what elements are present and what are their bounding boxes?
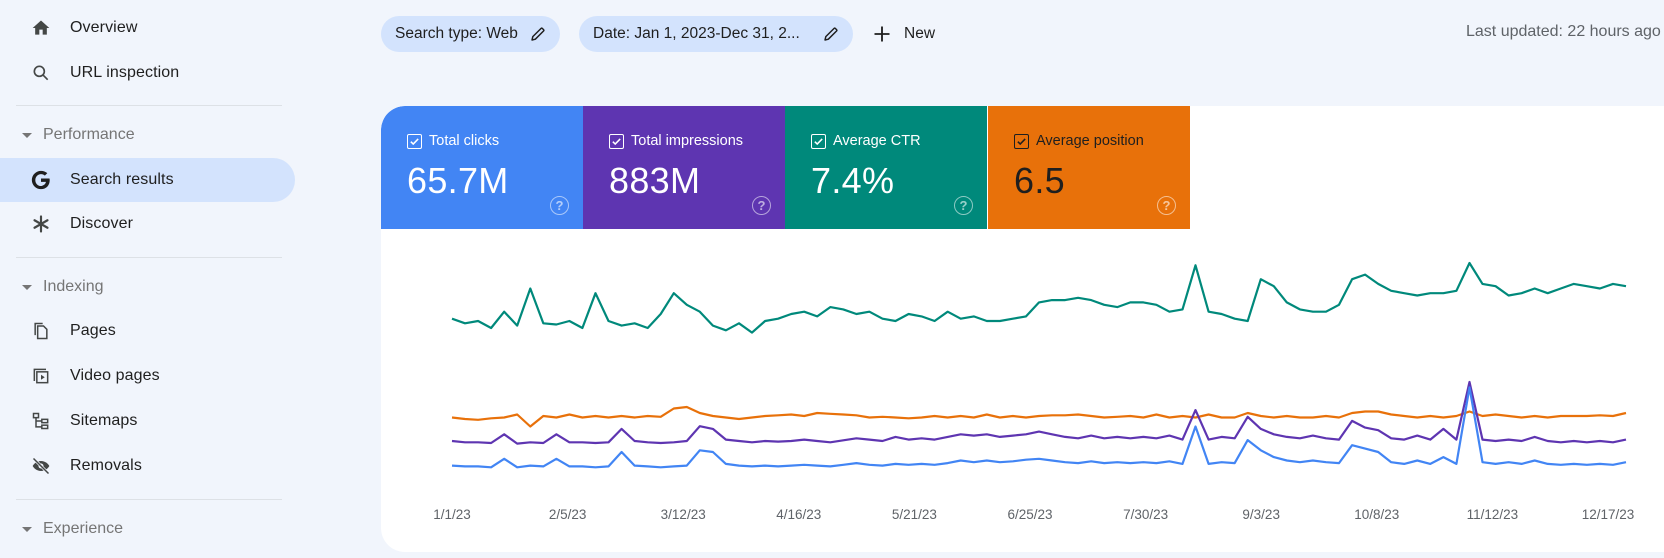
google-g-icon (30, 169, 52, 191)
last-updated-text: Last updated: 22 hours ago (1466, 23, 1661, 40)
eye-off-icon (30, 455, 52, 477)
checkbox-checked-icon[interactable] (407, 133, 422, 149)
sidebar-divider (16, 257, 282, 258)
help-icon[interactable]: ? (954, 196, 973, 215)
performance-chart[interactable]: 1/1/23 2/5/23 3/12/23 4/16/23 5/21/23 6/25/23… (381, 229, 1664, 552)
section-performance-toggle[interactable]: Performance (0, 120, 280, 150)
sidebar-item-label: Search results (70, 171, 174, 188)
sidebar-item-url-inspection[interactable]: URL inspection (0, 51, 295, 95)
date-filter-label: Date: Jan 1, 2023-Dec 31, 2... (593, 25, 800, 42)
sidebar-item-label: URL inspection (70, 64, 180, 81)
metric-average-ctr[interactable]: Average CTR 7.4% ? (785, 106, 987, 229)
caret-down-icon (22, 526, 32, 532)
series-line-average-position (451, 405, 1627, 428)
metric-average-position[interactable]: Average position 6.5 ? (988, 106, 1190, 229)
section-label: Indexing (43, 278, 104, 295)
series-line-average-ctr (451, 261, 1627, 334)
x-tick-label: 3/12/23 (660, 507, 706, 522)
metric-label: Average position (1036, 133, 1144, 149)
help-icon[interactable]: ? (550, 196, 569, 215)
sidebar-item-label: Sitemaps (70, 412, 138, 429)
sidebar-item-pages[interactable]: Pages (0, 309, 295, 353)
checkbox-checked-icon[interactable] (1014, 133, 1029, 149)
new-filter-button[interactable]: New (872, 18, 935, 50)
metric-total-clicks[interactable]: Total clicks 65.7M ? (381, 106, 583, 229)
new-filter-label: New (904, 25, 936, 42)
metric-label: Total impressions (631, 133, 744, 149)
sidebar-item-video-pages[interactable]: Video pages (0, 354, 295, 398)
caret-down-icon (22, 284, 32, 290)
performance-card: Total clicks 65.7M ? Total impressions 8… (381, 106, 1664, 552)
x-tick-label: 10/8/23 (1354, 507, 1400, 522)
search-type-filter-label: Search type: Web (395, 25, 518, 42)
sidebar-item-sitemaps[interactable]: Sitemaps (0, 399, 295, 443)
pages-icon (30, 320, 52, 342)
x-tick-label: 5/21/23 (891, 507, 937, 522)
section-indexing-toggle[interactable]: Indexing (0, 272, 280, 302)
pencil-icon (530, 26, 546, 42)
chart-plot-area (451, 261, 1627, 469)
sidebar-item-label: Removals (70, 457, 142, 474)
metric-label: Average CTR (833, 133, 921, 149)
search-icon (30, 62, 52, 84)
sidebar-item-label: Overview (70, 19, 138, 36)
series-line-total-clicks (451, 386, 1627, 469)
date-filter-chip[interactable]: Date: Jan 1, 2023-Dec 31, 2... (579, 16, 853, 52)
x-tick-label: 6/25/23 (1007, 507, 1053, 522)
sidebar-item-overview[interactable]: Overview (0, 6, 295, 50)
metric-value: 65.7M (407, 160, 509, 201)
home-icon (30, 17, 52, 39)
sidebar-item-label: Pages (70, 322, 116, 339)
sidebar-item-label: Video pages (70, 367, 160, 384)
help-icon[interactable]: ? (752, 196, 771, 215)
x-tick-label: 2/5/23 (548, 507, 587, 522)
sidebar-divider (16, 499, 282, 500)
search-type-filter-chip[interactable]: Search type: Web (381, 16, 560, 52)
sidebar-item-search-results[interactable]: Search results (0, 158, 295, 202)
sitemap-icon (30, 410, 52, 432)
metric-value: 6.5 (1014, 160, 1065, 201)
x-tick-label: 12/17/23 (1581, 507, 1635, 522)
sidebar-item-label: Discover (70, 215, 134, 232)
series-line-total-impressions (451, 380, 1627, 445)
metric-total-impressions[interactable]: Total impressions 883M ? (583, 106, 785, 229)
sidebar-item-discover[interactable]: Discover (0, 202, 295, 246)
section-experience-toggle[interactable]: Experience (0, 514, 280, 544)
sidebar: Overview URL inspection Performance Sear… (0, 0, 300, 558)
checkbox-checked-icon[interactable] (811, 133, 826, 149)
metric-value: 7.4% (811, 160, 895, 201)
x-tick-label: 9/3/23 (1242, 507, 1280, 522)
plus-icon (872, 24, 892, 44)
caret-down-icon (22, 132, 32, 138)
x-tick-label: 1/1/23 (433, 507, 471, 522)
section-label: Performance (43, 126, 135, 143)
video-pages-icon (30, 365, 52, 387)
asterisk-icon (30, 213, 52, 235)
pencil-icon (823, 26, 839, 42)
x-tick-label: 7/30/23 (1123, 507, 1169, 522)
x-tick-label: 4/16/23 (776, 507, 822, 522)
sidebar-divider (16, 105, 282, 106)
section-label: Experience (43, 520, 124, 537)
x-tick-label: 11/12/23 (1466, 507, 1519, 522)
metric-label: Total clicks (429, 133, 500, 149)
metric-value: 883M (609, 160, 701, 201)
checkbox-checked-icon[interactable] (609, 133, 624, 149)
help-icon[interactable]: ? (1157, 196, 1176, 215)
sidebar-item-removals[interactable]: Removals (0, 444, 295, 488)
